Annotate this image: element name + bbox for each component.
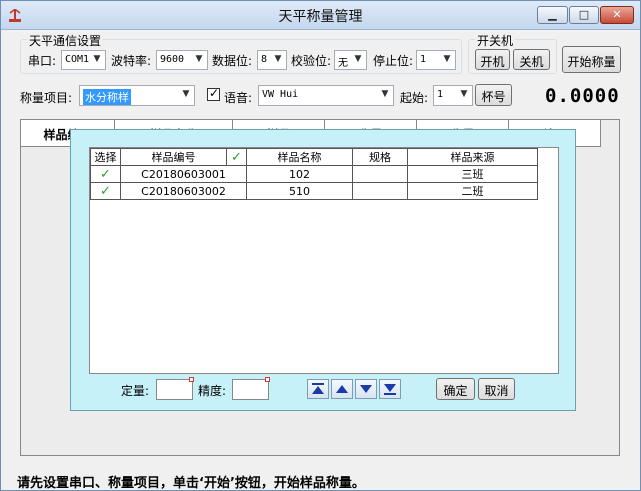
chevron-down-icon: ▼	[93, 54, 101, 64]
row-select-check[interactable]: ✓	[90, 165, 121, 183]
stopbits-label: 停止位:	[373, 54, 414, 68]
move-top-icon	[312, 383, 324, 394]
chevron-down-icon: ▼	[182, 89, 190, 99]
move-bottom-button[interactable]	[379, 379, 401, 399]
parity-select[interactable]: 无 ▼	[334, 50, 367, 70]
move-up-icon	[336, 385, 348, 393]
cup-number-button[interactable]: 杯号	[475, 84, 512, 106]
move-down-icon	[360, 385, 372, 393]
maximize-button[interactable]: □	[569, 6, 599, 24]
row-name: 510	[246, 182, 353, 200]
precision-input[interactable]	[232, 377, 270, 400]
checkmark-icon: ✓	[209, 86, 220, 100]
title-bar: 天平称量管理 ▁ □ ✕	[1, 1, 640, 30]
port-value: COM1	[65, 54, 90, 65]
table-row[interactable]: ✓ C20180603002 510 二班	[90, 182, 538, 200]
chevron-down-icon: ▼	[354, 54, 362, 64]
move-down-button[interactable]	[355, 379, 377, 399]
comm-settings-label: 天平通信设置	[27, 32, 104, 49]
row-spec	[352, 182, 408, 200]
move-top-button[interactable]	[307, 379, 329, 399]
sample-table-header: 选择 样品编号 ✓ 样品名称 规格 样品来源	[90, 148, 538, 166]
status-message: 请先设置串口、称量项目，单击‘开始’按钮，开始样品称量。	[17, 476, 365, 491]
port-select[interactable]: COM1 ▼	[61, 50, 106, 70]
weighing-item-label: 称量项目:	[20, 91, 73, 105]
voice-checkbox[interactable]: ✓	[207, 86, 220, 101]
row-source: 二班	[407, 182, 538, 200]
minimize-icon: ▁	[548, 8, 557, 21]
col-header-select[interactable]: 选择	[90, 148, 121, 166]
voice-label: 语音:	[224, 91, 253, 105]
move-up-button[interactable]	[331, 379, 353, 399]
confirm-button[interactable]: 确定	[436, 378, 475, 400]
stopbits-value: 1	[420, 54, 427, 65]
sample-table: 选择 样品编号 ✓ 样品名称 规格 样品来源 ✓ C20180603001 10…	[90, 148, 538, 200]
close-icon: ✕	[612, 8, 622, 21]
maximize-icon: □	[578, 8, 590, 21]
power-on-button[interactable]: 开机	[475, 49, 510, 70]
parity-label: 校验位:	[291, 54, 332, 68]
baud-label: 波特率:	[111, 54, 152, 68]
col-header-code[interactable]: 样品编号	[120, 148, 227, 166]
row-code: C20180603001	[120, 165, 247, 183]
sample-select-dialog: 选择 样品编号 ✓ 样品名称 规格 样品来源 ✓ C20180603001 10…	[70, 129, 576, 411]
power-off-button[interactable]: 关机	[513, 49, 550, 70]
quantity-label: 定量:	[121, 384, 150, 398]
precision-label: 精度:	[198, 384, 227, 398]
row-select-check[interactable]: ✓	[90, 182, 121, 200]
table-row[interactable]: ✓ C20180603001 102 三班	[90, 165, 538, 183]
required-marker-icon	[189, 377, 194, 382]
col-header-name[interactable]: 样品名称	[246, 148, 353, 166]
chevron-down-icon: ▼	[381, 89, 389, 99]
chevron-down-icon: ▼	[443, 54, 451, 64]
databits-label: 数据位:	[212, 54, 253, 68]
weighing-item-select[interactable]: 水分称样 ▼	[79, 85, 195, 106]
stopbits-select[interactable]: 1 ▼	[416, 50, 456, 70]
databits-value: 8	[261, 54, 268, 65]
start-index-label: 起始:	[400, 91, 429, 105]
start-index-value: 1	[437, 89, 444, 100]
weight-readout: 0.0000	[545, 85, 620, 107]
baud-select[interactable]: 9600 ▼	[156, 50, 208, 70]
weighing-item-value: 水分称样	[83, 89, 131, 105]
baud-value: 9600	[160, 54, 185, 65]
close-button[interactable]: ✕	[600, 6, 634, 24]
col-header-check[interactable]: ✓	[226, 148, 247, 166]
row-source: 三班	[407, 165, 538, 183]
voice-value: VW Hui	[262, 89, 299, 100]
chevron-down-icon: ▼	[460, 89, 468, 99]
port-label: 串口:	[28, 54, 57, 68]
row-code: C20180603002	[120, 182, 247, 200]
cancel-button[interactable]: 取消	[478, 378, 515, 400]
row-spec	[352, 165, 408, 183]
sample-grid[interactable]: 选择 样品编号 ✓ 样品名称 规格 样品来源 ✓ C20180603001 10…	[89, 147, 559, 374]
power-group-label: 开关机	[475, 32, 516, 49]
databits-select[interactable]: 8 ▼	[257, 50, 287, 70]
chevron-down-icon: ▼	[195, 54, 203, 64]
minimize-button[interactable]: ▁	[537, 6, 568, 24]
start-index-select[interactable]: 1 ▼	[433, 85, 473, 106]
move-bottom-icon	[384, 384, 396, 395]
col-header-source[interactable]: 样品来源	[407, 148, 538, 166]
row-name: 102	[246, 165, 353, 183]
col-header-spec[interactable]: 规格	[352, 148, 408, 166]
chevron-down-icon: ▼	[274, 54, 282, 64]
parity-value: 无	[338, 58, 348, 69]
required-marker-icon	[265, 377, 270, 382]
voice-select[interactable]: VW Hui ▼	[258, 85, 394, 106]
start-weighing-button[interactable]: 开始称量	[562, 46, 621, 73]
quantity-input[interactable]	[156, 377, 194, 400]
main-window: 天平称量管理 ▁ □ ✕ 天平通信设置 串口: COM1 ▼ 波特率: 9600…	[0, 0, 641, 491]
